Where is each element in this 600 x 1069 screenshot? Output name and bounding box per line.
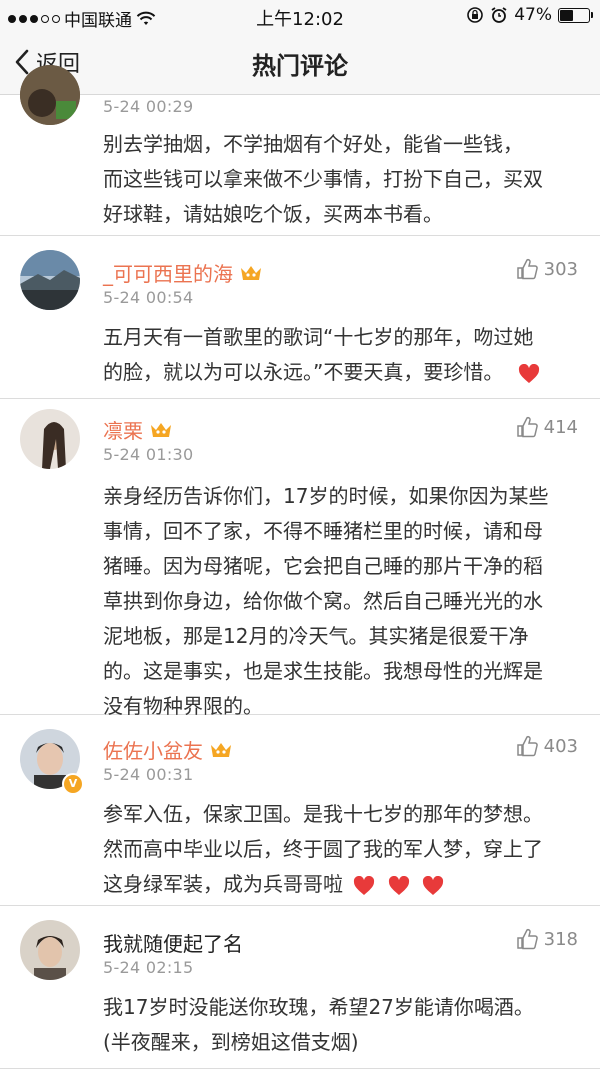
- avatar[interactable]: [20, 409, 80, 469]
- comment-line: (半夜醒来，到榜姐这借支烟): [103, 1030, 359, 1054]
- thumbs-up-icon: [516, 735, 538, 757]
- comment-line: 猪睡。因为母猪呢，它会把自己睡的那片干净的稻: [103, 554, 543, 578]
- comment-item: V 佐佐小盆友 5-24 00:31 403 参军入伍，保家卫国。是我十七岁的那…: [0, 715, 600, 906]
- comment-line: 的。这是事实，也是求生技能。我想母性的光辉是: [103, 659, 543, 683]
- comment-item: _可可西里的海 5-24 00:54 303 五月天有一首歌里的歌词“十七岁的那…: [0, 236, 600, 399]
- comment-line: 这身绿军装，成为兵哥哥啦: [103, 872, 343, 896]
- alarm-icon: [491, 7, 507, 23]
- thumbs-up-icon: [516, 416, 538, 438]
- comment-line: 事情，回不了家，不得不睡猪栏里的时候，请和母: [103, 519, 543, 543]
- page-title: 热门评论: [252, 52, 348, 80]
- heart-emoji-icon: [354, 875, 375, 895]
- username[interactable]: _可可西里的海: [103, 258, 263, 287]
- comment-time: 5-24 00:31: [103, 765, 194, 784]
- comment-text: 别去学抽烟，不学抽烟有个好处，能省一些钱， 而这些钱可以拿来做不少事情，打扮下自…: [103, 127, 580, 232]
- comment-text: 我17岁时没能送你玫瑰，希望27岁能请你喝酒。 (半夜醒来，到榜姐这借支烟): [103, 990, 580, 1060]
- comment-line-with-emoji: 的脸，就以为可以永远。”不要天真，要珍惜。: [103, 355, 580, 390]
- comment-time: 5-24 00:54: [103, 288, 194, 307]
- username-text: 佐佐小盆友: [103, 739, 203, 763]
- orientation-lock-icon: [467, 7, 484, 23]
- heart-emoji-icon: [518, 363, 539, 383]
- comment-item: 我就随便起了名 5-24 02:15 318 我17岁时没能送你玫瑰，希望27岁…: [0, 906, 600, 1069]
- comment-line: 我17岁时没能送你玫瑰，希望27岁能请你喝酒。: [103, 995, 534, 1019]
- like-button[interactable]: 303: [516, 258, 578, 280]
- thumbs-up-icon: [516, 258, 538, 280]
- like-button[interactable]: 318: [516, 928, 578, 950]
- like-button[interactable]: 403: [516, 735, 578, 757]
- username[interactable]: 我就随便起了名: [103, 928, 243, 957]
- comment-time: 5-24 02:15: [103, 958, 194, 977]
- comment-line: 草拱到你身边，给你做个窝。然后自己睡光光的水: [103, 589, 543, 613]
- avatar[interactable]: [20, 65, 80, 125]
- comment-line: 亲身经历告诉你们，17岁的时候，如果你因为某些: [103, 484, 549, 508]
- avatar[interactable]: [20, 920, 80, 980]
- comment-text: 参军入伍，保家卫国。是我十七岁的那年的梦想。 然而高中毕业以后，终于圆了我的军人…: [103, 797, 580, 902]
- navigation-bar: 返回 热门评论: [0, 32, 600, 95]
- comment-item: 5-24 00:29 别去学抽烟，不学抽烟有个好处，能省一些钱， 而这些钱可以拿…: [0, 65, 600, 236]
- vip-crown-icon: [241, 265, 261, 280]
- comment-line: 的脸，就以为可以永远。”不要天真，要珍惜。: [103, 360, 504, 384]
- vip-crown-icon: [211, 742, 231, 757]
- like-count: 414: [543, 416, 578, 438]
- comment-line: 泥地板，那是12月的冷天气。其实猪是很爱干净: [103, 624, 529, 648]
- battery-icon: [558, 7, 593, 23]
- heart-emoji-icon: [388, 875, 409, 895]
- vip-crown-icon: [151, 422, 171, 437]
- username-text: 凛栗: [103, 419, 143, 443]
- comment-line: 五月天有一首歌里的歌词“十七岁的那年，吻过她: [103, 325, 534, 349]
- thumbs-up-icon: [516, 928, 538, 950]
- like-count: 303: [543, 258, 578, 280]
- comment-line-with-emoji: 这身绿军装，成为兵哥哥啦: [103, 867, 580, 902]
- like-button[interactable]: 414: [516, 416, 578, 438]
- comment-time: 5-24 01:30: [103, 445, 194, 464]
- status-bar: 中国联通 上午12:02 47%: [0, 0, 600, 32]
- status-right: 47%: [466, 5, 593, 25]
- avatar[interactable]: [20, 250, 80, 310]
- heart-emoji-icon: [423, 875, 444, 895]
- username-text: 我就随便起了名: [103, 932, 243, 956]
- comment-line: 别去学抽烟，不学抽烟有个好处，能省一些钱，: [103, 132, 523, 156]
- comment-line: 然而高中毕业以后，终于圆了我的军人梦，穿上了: [103, 837, 543, 861]
- username[interactable]: 佐佐小盆友: [103, 735, 233, 764]
- username-text: _可可西里的海: [103, 262, 233, 286]
- comment-time: 5-24 00:29: [103, 97, 194, 116]
- comment-line: 参军入伍，保家卫国。是我十七岁的那年的梦想。: [103, 802, 543, 826]
- comment-line: 好球鞋，请姑娘吃个饭，买两本书看。: [103, 202, 443, 226]
- battery-percent: 47%: [514, 5, 552, 25]
- username[interactable]: 凛栗: [103, 415, 173, 444]
- comment-item: 凛栗 5-24 01:30 414 亲身经历告诉你们，17岁的时候，如果你因为某…: [0, 399, 600, 718]
- comment-line: 而这些钱可以拿来做不少事情，打扮下自己，买双: [103, 167, 543, 191]
- like-count: 318: [543, 928, 578, 950]
- comment-text: 亲身经历告诉你们，17岁的时候，如果你因为某些 事情，回不了家，不得不睡猪栏里的…: [103, 479, 580, 724]
- verified-badge-icon: V: [62, 773, 84, 795]
- like-count: 403: [543, 735, 578, 757]
- comment-text: 五月天有一首歌里的歌词“十七岁的那年，吻过她 的脸，就以为可以永远。”不要天真，…: [103, 320, 580, 390]
